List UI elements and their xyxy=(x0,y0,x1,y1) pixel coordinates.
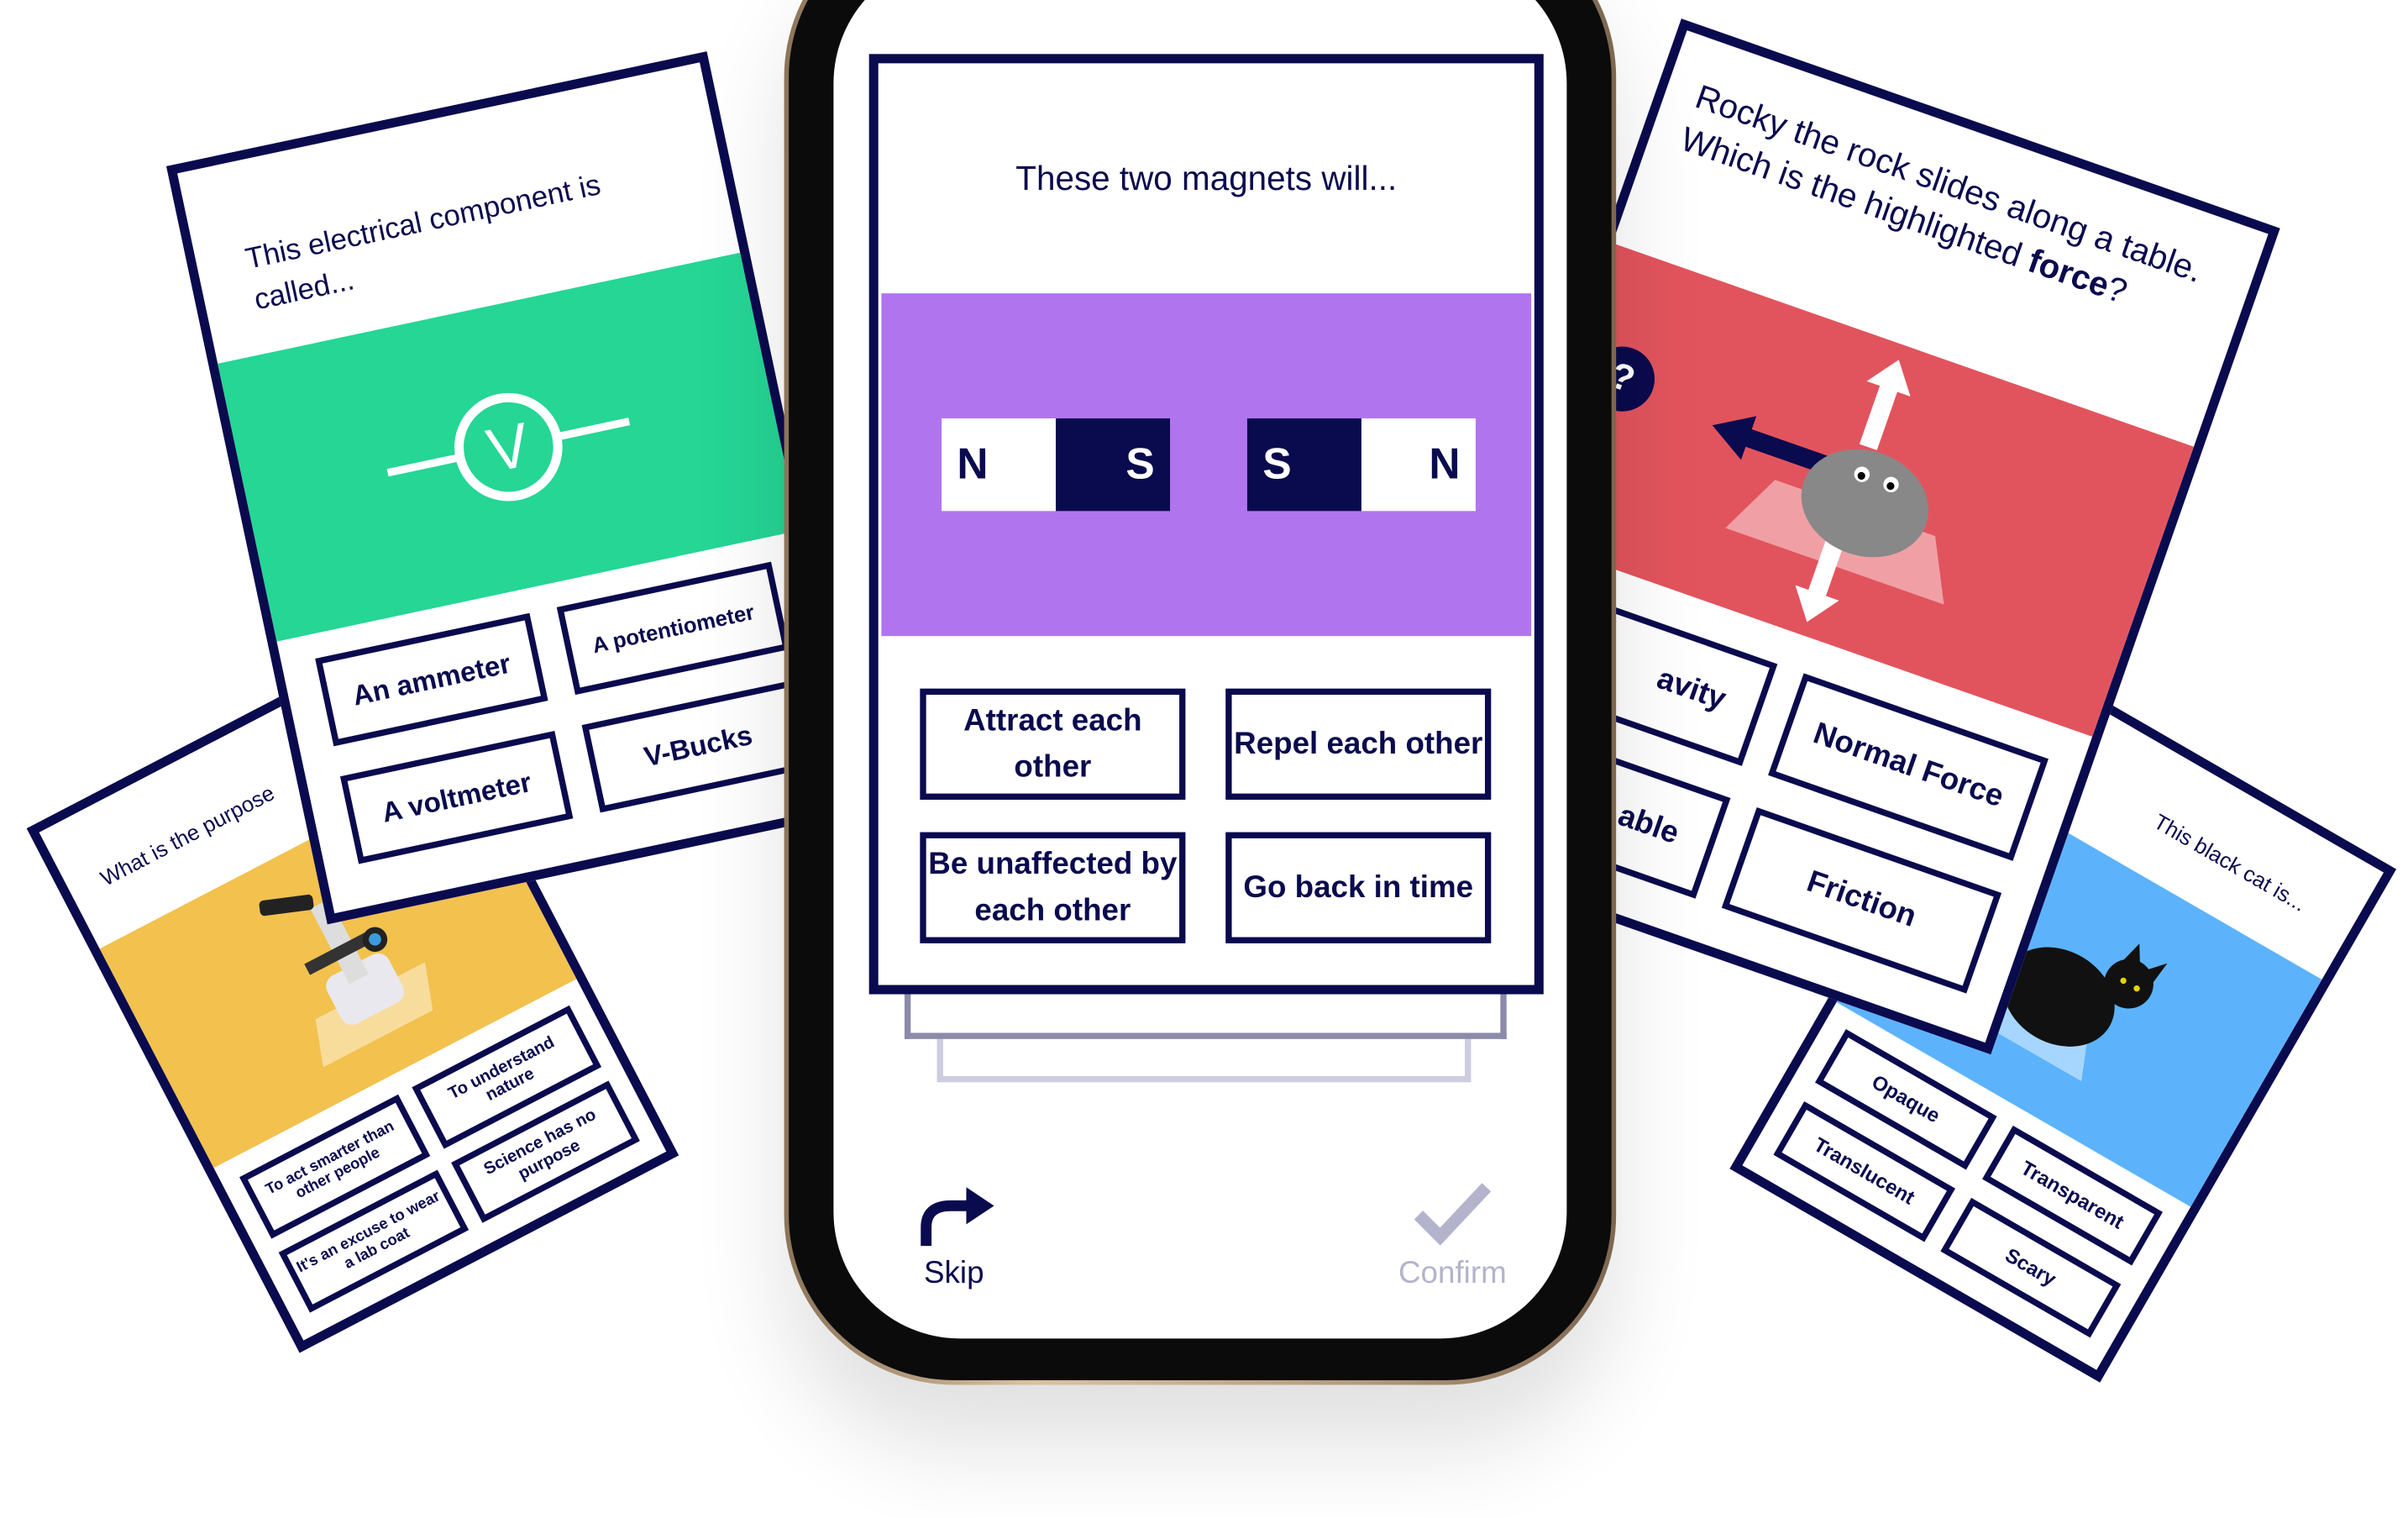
answer-option[interactable]: An ammeter xyxy=(315,612,548,747)
card-stack-1 xyxy=(904,988,1507,1039)
magnet-2: S N xyxy=(1246,418,1476,512)
skip-label: Skip xyxy=(924,1256,984,1291)
stage: What is the purpose To act smarter than … xyxy=(0,0,2408,1518)
voltmeter-symbol-letter: V xyxy=(481,409,536,486)
answer-attract[interactable]: Attract each other xyxy=(920,688,1186,800)
answer-option[interactable]: A voltmeter xyxy=(339,731,574,864)
magnet-pole: S xyxy=(1246,418,1361,512)
check-icon xyxy=(1414,1183,1492,1246)
card-stack-2 xyxy=(936,1038,1472,1083)
phone-frame: These two magnets will... N S S N Attrac… xyxy=(784,0,1617,1385)
question-text: Rocky the rock slides along a table. Whi… xyxy=(1676,76,2208,291)
answer-back-in-time[interactable]: Go back in time xyxy=(1225,832,1492,943)
magnet-pole: N xyxy=(1361,418,1476,512)
redo-arrow-icon xyxy=(921,1187,994,1247)
magnet-image-panel: N S S N xyxy=(881,293,1532,637)
confirm-label: Confirm xyxy=(1398,1256,1507,1291)
main-question: These two magnets will... xyxy=(1015,159,1398,198)
phone-screen: These two magnets will... N S S N Attrac… xyxy=(833,0,1567,1339)
answer-option[interactable]: A potentiometer xyxy=(556,561,790,696)
skip-button[interactable]: Skip xyxy=(908,1181,1000,1292)
voltmeter-symbol-icon: V xyxy=(386,392,631,502)
rock-force-diagram xyxy=(1712,359,1944,622)
magnet-pole: S xyxy=(1056,418,1171,512)
answer-option[interactable]: V-Bucks xyxy=(581,679,816,813)
phone-bezel: These two magnets will... N S S N Attrac… xyxy=(789,0,1612,1380)
answer-repel[interactable]: Repel each other xyxy=(1225,688,1492,800)
magnet-1: N S xyxy=(942,418,1171,512)
confirm-button[interactable]: Confirm xyxy=(1383,1181,1522,1292)
magnet-pole: N xyxy=(942,418,1057,512)
answer-unaffected[interactable]: Be unaffected by each other xyxy=(920,832,1186,943)
main-quiz-card: These two magnets will... N S S N Attrac… xyxy=(868,54,1544,995)
